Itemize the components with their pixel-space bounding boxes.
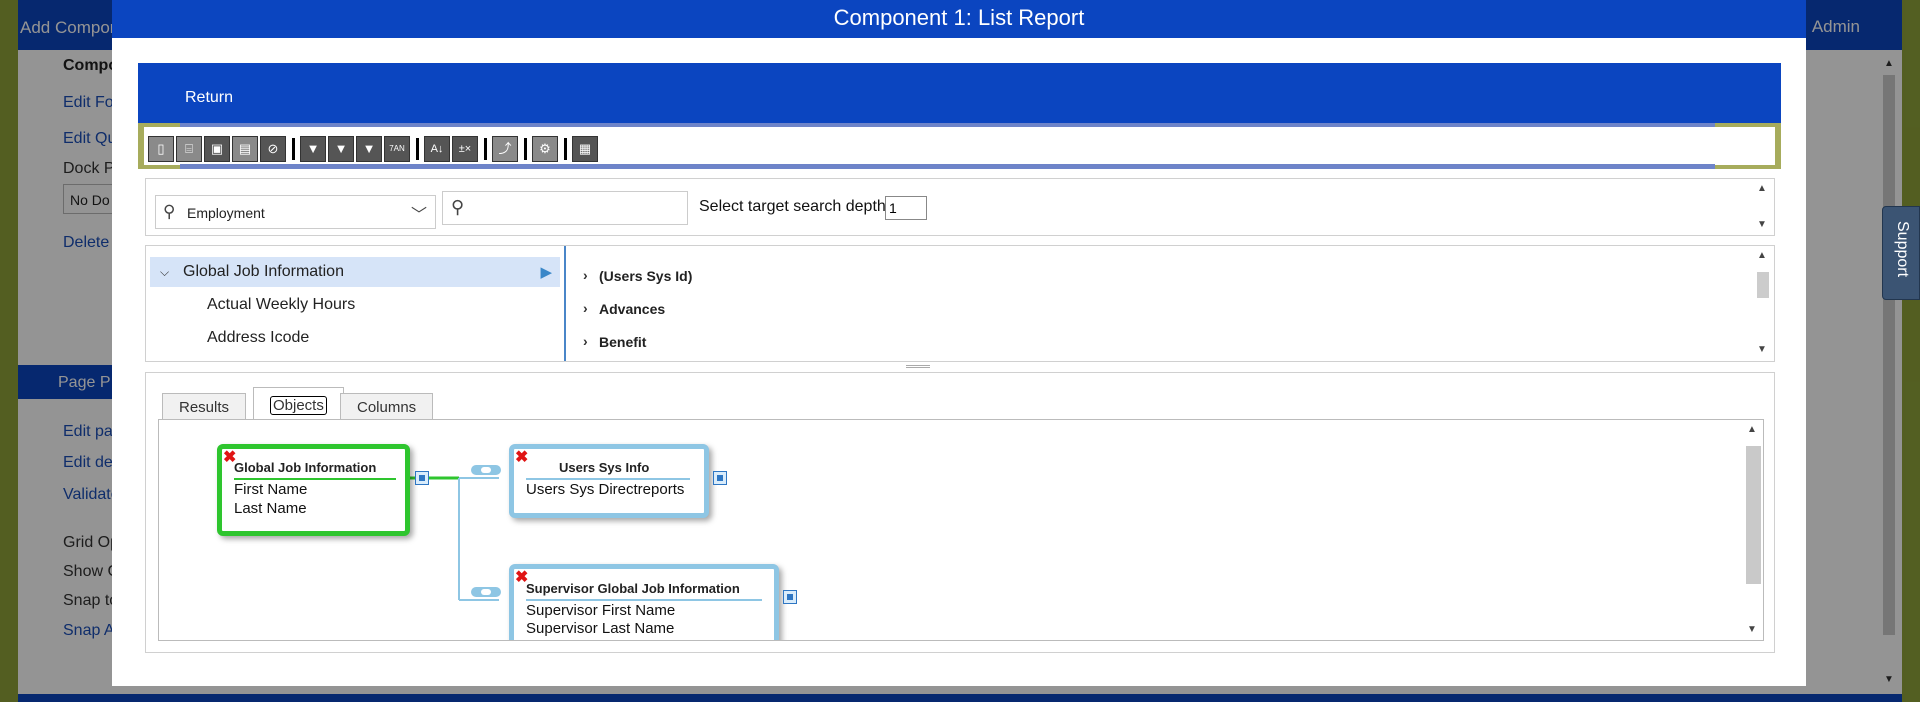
tab-label: Objects: [270, 396, 327, 415]
tab-columns[interactable]: Columns: [340, 393, 434, 420]
tab-results[interactable]: Results: [162, 393, 247, 420]
object-tree: ⌵ Global Job Information ▶ Actual Weekly…: [146, 246, 566, 361]
node-options-icon[interactable]: [783, 590, 797, 604]
node-title: Users Sys Info: [559, 460, 650, 475]
report-design-panel: Results Objects Columns ✖ Global Job Inf…: [145, 372, 1775, 653]
diagram-node-users-sys-info[interactable]: ✖ Users Sys Info Users Sys Directreports: [509, 444, 709, 518]
list-report-dialog: Component 1: List Report Return ▯ ⌸ ▣ ▤ …: [112, 0, 1806, 686]
field-search-input[interactable]: ⚲: [442, 191, 688, 225]
tree-item-label: Address Icode: [207, 329, 310, 346]
scroll-up-icon[interactable]: ▲: [1747, 424, 1757, 435]
node-options-icon[interactable]: [415, 471, 429, 485]
chevron-down-icon[interactable]: ⌵: [160, 265, 169, 280]
panel-splitter[interactable]: [906, 365, 930, 368]
report-toolbar: ▯ ⌸ ▣ ▤ ⊘ ▼ ▼ ▼ 7AN A↓ ±× ⤴ ⚙ ▦: [138, 123, 1781, 169]
node-field[interactable]: Supervisor Last Name: [526, 620, 674, 637]
tree-scroll-thumb[interactable]: [1757, 272, 1769, 298]
tree-item-label: Global Job Information: [183, 263, 344, 280]
tab-objects[interactable]: Objects: [253, 387, 344, 421]
join-link-icon[interactable]: [471, 587, 501, 597]
related-object-label: Advances: [599, 301, 666, 317]
scroll-down-icon[interactable]: ▼: [1757, 344, 1767, 355]
scroll-up-icon[interactable]: ▲: [1757, 183, 1767, 194]
new-icon[interactable]: ▯: [148, 136, 174, 162]
tree-item-label: Actual Weekly Hours: [207, 296, 356, 313]
join-icon[interactable]: ⤴: [492, 136, 518, 162]
node-options-icon[interactable]: [713, 471, 727, 485]
tab-label: Results: [179, 399, 230, 416]
diagram-node-supervisor-global-job-information[interactable]: ✖ Supervisor Global Job Information Supe…: [509, 564, 779, 640]
open-icon[interactable]: ⌸: [176, 136, 202, 162]
remove-node-icon[interactable]: ✖: [515, 447, 528, 467]
tab-label: Columns: [357, 399, 417, 416]
node-title: Global Job Information: [234, 460, 377, 475]
node-field[interactable]: Supervisor First Name: [526, 602, 675, 619]
search-panel-scrollbar[interactable]: ▲ ▼: [1756, 183, 1770, 233]
support-label: Support: [1894, 221, 1911, 278]
search-depth-label: Select target search depth:: [699, 198, 891, 215]
node-field[interactable]: First Name: [234, 481, 307, 498]
format-icon[interactable]: 7AN: [384, 136, 410, 162]
related-object-label: (Users Sys Id): [599, 268, 693, 284]
join-link-icon[interactable]: [471, 465, 501, 475]
node-field[interactable]: Users Sys Directreports: [526, 481, 684, 498]
diagram-scroll-thumb[interactable]: [1746, 446, 1761, 584]
scroll-down-icon[interactable]: ▼: [1747, 624, 1757, 635]
scroll-down-icon[interactable]: ▼: [1757, 219, 1767, 230]
filter-settings-icon[interactable]: ▼: [328, 136, 354, 162]
tree-item-global-job-information[interactable]: ⌵ Global Job Information ▶: [150, 257, 560, 287]
node-field[interactable]: Last Name: [234, 500, 307, 517]
filter-help-icon[interactable]: ▼: [356, 136, 382, 162]
filter-icon[interactable]: ▼: [300, 136, 326, 162]
field-tree-panel: ⌵ Global Job Information ▶ Actual Weekly…: [145, 245, 1775, 362]
save-icon[interactable]: ▣: [204, 136, 230, 162]
chevron-right-icon[interactable]: ›: [583, 300, 588, 316]
cancel-icon[interactable]: ⊘: [260, 136, 286, 162]
objects-diagram: ✖ Global Job Information First Name Last…: [158, 419, 1764, 641]
settings-icon[interactable]: ⚙: [532, 136, 558, 162]
save-as-icon[interactable]: ▤: [232, 136, 258, 162]
search-icon: ⚲: [451, 197, 465, 217]
chevron-down-icon[interactable]: ﹀: [411, 201, 427, 225]
diagram-scrollbar[interactable]: ▲ ▼: [1743, 420, 1763, 640]
diagram-node-global-job-information[interactable]: ✖ Global Job Information First Name Last…: [217, 444, 410, 536]
search-depth-input[interactable]: [885, 196, 927, 220]
object-select-value: Employment: [187, 205, 265, 221]
support-tab[interactable]: Support: [1882, 206, 1920, 300]
related-object-label: Benefit: [599, 334, 647, 350]
tree-panel-scrollbar[interactable]: ▲ ▼: [1756, 250, 1770, 358]
search-icon: ⚲: [163, 202, 176, 221]
return-button[interactable]: Return: [185, 89, 233, 107]
sort-icon[interactable]: A↓: [424, 136, 450, 162]
node-title: Supervisor Global Job Information: [526, 581, 740, 596]
chevron-right-icon[interactable]: ›: [583, 333, 588, 349]
report-schedule-icon[interactable]: ▦: [572, 136, 598, 162]
dialog-title: Component 1: List Report: [112, 0, 1806, 38]
expand-right-icon[interactable]: ▶: [540, 263, 552, 281]
object-search-panel: ⚲ Employment ﹀ ⚲ Select target search de…: [145, 178, 1775, 236]
return-bar: Return: [138, 63, 1781, 123]
object-select[interactable]: ⚲ Employment ﹀: [155, 195, 436, 229]
chevron-right-icon[interactable]: ›: [583, 267, 588, 283]
scroll-up-icon[interactable]: ▲: [1757, 250, 1767, 261]
calculate-icon[interactable]: ±×: [452, 136, 478, 162]
